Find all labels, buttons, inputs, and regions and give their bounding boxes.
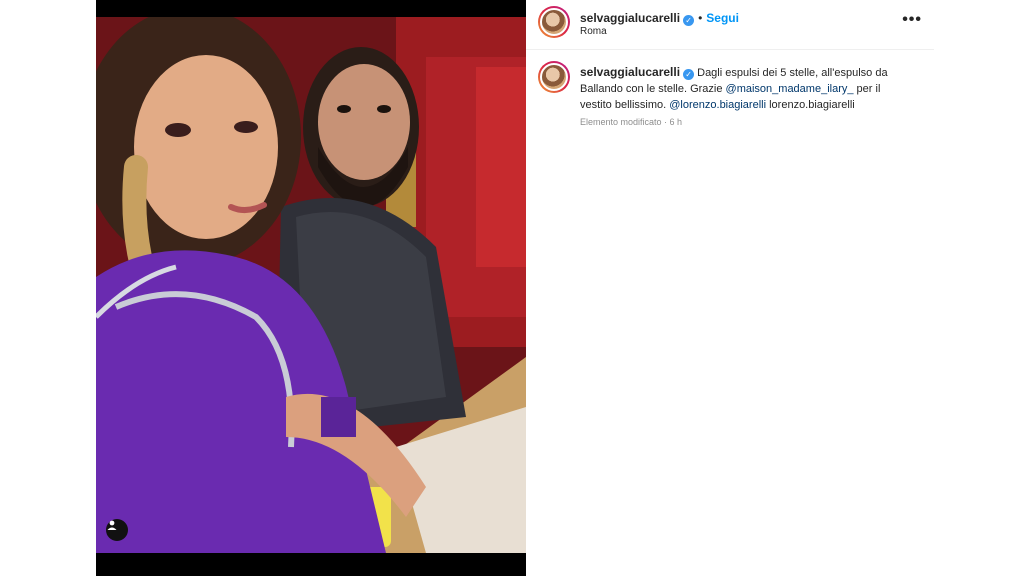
mention-maison[interactable]: @maison_madame_ilary_: [726, 83, 854, 95]
follow-button[interactable]: Segui: [706, 11, 739, 25]
post-panel: selvaggialucarelli ✓ • Segui Roma ••• selva…: [526, 0, 934, 576]
photo-illustration: [96, 17, 526, 553]
separator-dot: •: [698, 11, 703, 25]
more-options-icon[interactable]: •••: [902, 12, 922, 28]
avatar[interactable]: [538, 6, 570, 38]
header-username[interactable]: selvaggialucarelli: [580, 11, 680, 25]
header-user-row: selvaggialucarelli ✓ • Segui: [580, 9, 739, 27]
person-tag-icon: [107, 520, 117, 530]
tag-button[interactable]: [106, 519, 128, 541]
verified-badge-icon: ✓: [683, 15, 695, 26]
caption-avatar-image: [540, 63, 568, 91]
post-header: selvaggialucarelli ✓ • Segui Roma •••: [526, 0, 934, 50]
post-media[interactable]: [96, 0, 526, 576]
caption-text-3: lorenzo.biagiarelli: [766, 99, 855, 111]
post-photo: [96, 17, 526, 553]
location-link[interactable]: Roma: [580, 26, 607, 37]
caption-avatar[interactable]: [538, 61, 570, 93]
caption-verified-badge-icon: ✓: [683, 69, 695, 80]
caption-username[interactable]: selvaggialucarelli: [580, 65, 680, 79]
avatar-image: [540, 8, 568, 36]
mention-lorenzo[interactable]: @lorenzo.biagiarelli: [669, 99, 766, 111]
caption: selvaggialucarelli ✓ Dagli espulsi dei 5 …: [580, 64, 910, 113]
post-meta: Elemento modificato · 6 h: [580, 117, 683, 127]
